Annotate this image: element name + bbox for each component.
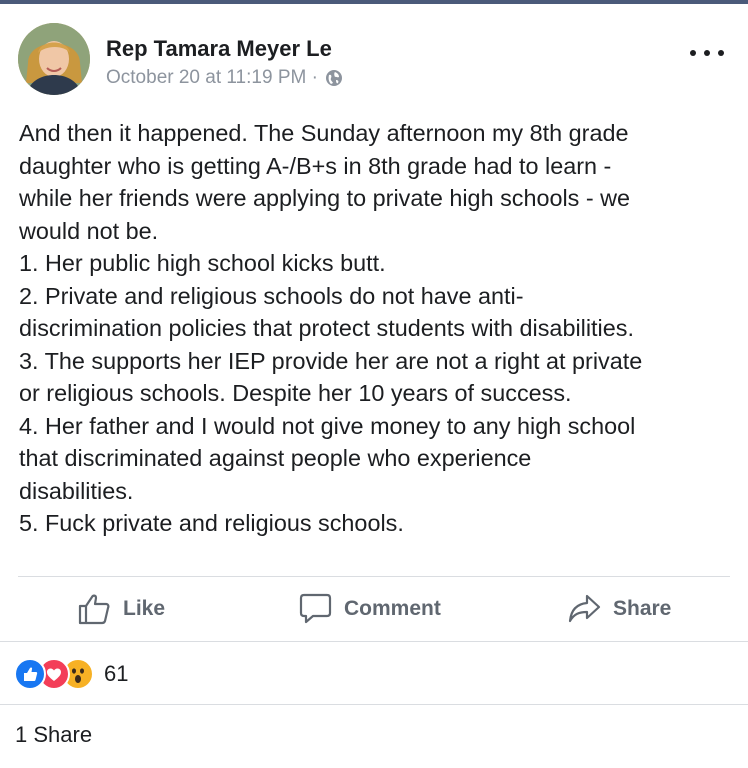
more-dot xyxy=(690,50,696,56)
post-text-line: disabilities. xyxy=(19,477,134,504)
post-text-line: 5. Fuck private and religious schools. xyxy=(19,510,404,536)
comment-button[interactable]: Comment xyxy=(299,577,441,640)
comment-bubble-icon xyxy=(299,593,332,624)
post-author-name[interactable]: Rep Tamara Meyer Le xyxy=(106,36,332,62)
post-text-line: daughter who is getting A-/B+s in 8th gr… xyxy=(19,152,612,179)
more-dot xyxy=(718,50,724,56)
like-reaction-icon xyxy=(14,658,46,690)
more-options-icon[interactable] xyxy=(690,46,724,60)
post-text-line: while her friends were applying to priva… xyxy=(19,185,631,211)
post-text-line: that discriminated against people who ex… xyxy=(19,445,532,471)
post-text-line: discrimination policies that protect stu… xyxy=(19,315,634,341)
reaction-count: 61 xyxy=(104,661,129,686)
share-count[interactable]: 1 Share xyxy=(15,722,92,748)
comment-label: Comment xyxy=(344,596,441,620)
post-timestamp[interactable]: October 20 at 11:19 PM · xyxy=(106,67,318,89)
thumbs-up-icon xyxy=(78,594,110,625)
share-label: Share xyxy=(613,596,672,620)
post-header: Rep Tamara Meyer Le October 20 at 11:19 … xyxy=(0,4,748,104)
post-text-line: 1. Her public high school kicks butt. xyxy=(19,250,386,276)
post-text-line: 2. Private and religious schools do not … xyxy=(19,282,524,309)
reactions-bottom-divider xyxy=(0,704,748,705)
avatar-portrait-icon xyxy=(18,23,90,95)
share-button[interactable]: Share xyxy=(568,577,671,640)
author-avatar[interactable] xyxy=(18,23,90,95)
reactions-summary[interactable]: 61 xyxy=(14,657,128,691)
post-text-line: or religious schools. Despite her 10 yea… xyxy=(19,380,572,406)
like-button[interactable]: Like xyxy=(78,577,165,640)
globe-icon xyxy=(325,70,342,86)
actions-bottom-divider xyxy=(0,641,748,642)
more-dot xyxy=(704,50,710,56)
post-text-line: And then it happened. The Sunday afterno… xyxy=(19,120,629,146)
post-text-line: 3. The supports her IEP provide her are … xyxy=(19,347,643,374)
post-text-line: would not be. xyxy=(19,217,159,244)
post-text-line: 4. Her father and I would not give money… xyxy=(19,412,636,439)
share-arrow-icon xyxy=(568,594,601,623)
like-label: Like xyxy=(123,596,166,620)
post-actions-bar: Like Comment Share xyxy=(0,577,748,640)
post-body: And then it happened. The Sunday afterno… xyxy=(19,117,739,540)
post-meta: October 20 at 11:19 PM · xyxy=(106,67,343,89)
